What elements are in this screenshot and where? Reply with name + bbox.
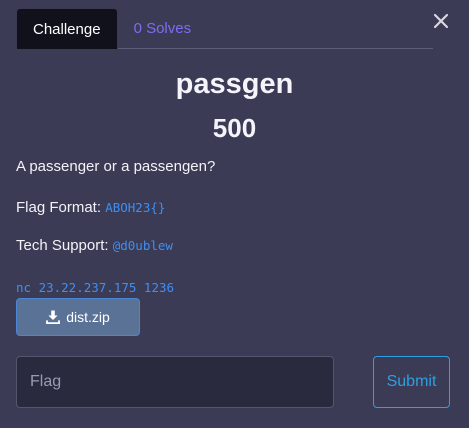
challenge-points: 500	[212, 113, 257, 143]
tab-solves[interactable]: 0 Solves	[118, 8, 208, 49]
tech-support-line: Tech Support: @d0ublew	[16, 237, 173, 254]
flag-input[interactable]	[16, 356, 334, 408]
tab-bar: Challenge 0 Solves	[16, 8, 433, 49]
challenge-title: passgen	[175, 68, 294, 100]
download-file-label: dist.zip	[66, 309, 110, 325]
connection-command: nc 23.22.237.175 1236	[16, 280, 175, 295]
submit-button[interactable]: Submit	[373, 356, 450, 408]
flag-format-value: ABOH23{}	[105, 200, 166, 215]
challenge-description: A passenger or a passengen?	[16, 158, 216, 175]
challenge-modal: Challenge 0 Solves passgen 500 A passeng…	[0, 0, 469, 428]
flag-format-label: Flag Format:	[16, 199, 102, 216]
flag-format-line: Flag Format: ABOH23{}	[16, 199, 165, 216]
download-icon	[46, 310, 61, 324]
tab-solves-label: 0 Solves	[133, 20, 192, 37]
tab-challenge[interactable]: Challenge	[16, 8, 118, 49]
download-file-button[interactable]: dist.zip	[16, 298, 140, 336]
tech-support-label: Tech Support:	[16, 237, 109, 254]
close-icon[interactable]	[432, 12, 450, 30]
tab-challenge-label: Challenge	[33, 20, 101, 38]
tech-support-handle: @d0ublew	[112, 238, 173, 253]
